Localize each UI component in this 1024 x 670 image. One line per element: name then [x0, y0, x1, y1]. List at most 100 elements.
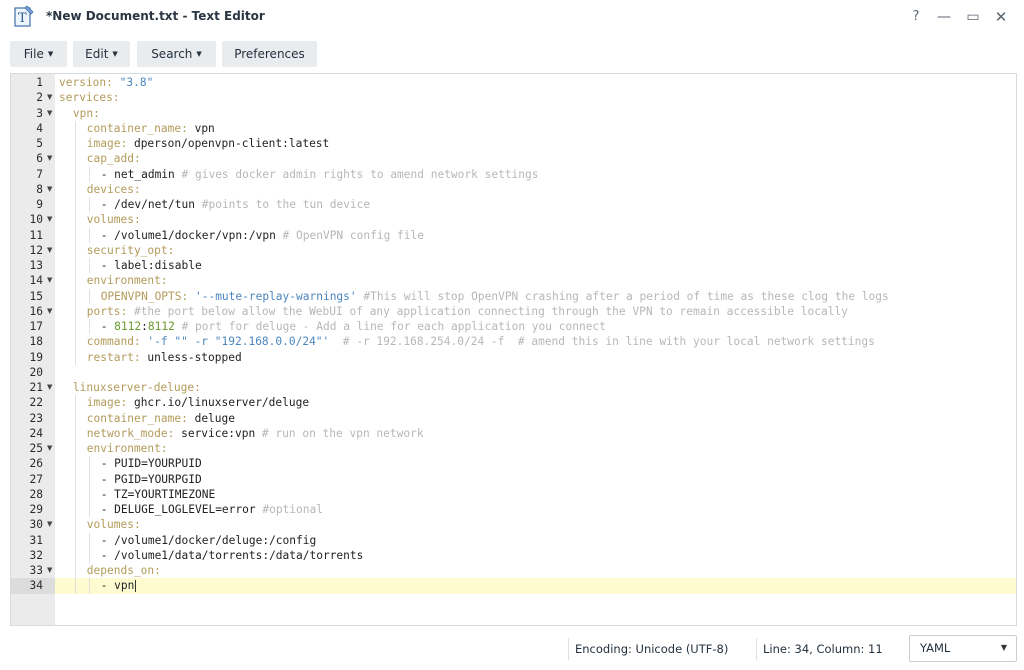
- fold-toggle-icon[interactable]: ▼: [47, 517, 52, 532]
- indent-guide: [74, 166, 76, 182]
- code-line[interactable]: 4 container_name: vpn: [11, 120, 1016, 136]
- code-line[interactable]: 26 - PUID=YOURPUID: [11, 456, 1016, 472]
- gutter-cell: 4: [11, 121, 55, 136]
- fold-toggle-icon[interactable]: ▼: [47, 563, 52, 578]
- fold-toggle-icon[interactable]: ▼: [47, 182, 52, 197]
- preferences-menu-button[interactable]: Preferences: [222, 41, 317, 67]
- caret-down-icon: ▼: [112, 49, 118, 58]
- number-literal: 8112: [114, 320, 142, 333]
- help-button[interactable]: ?: [906, 7, 926, 27]
- code-line[interactable]: 23 container_name: deluge: [11, 410, 1016, 426]
- maximize-button[interactable]: ▭: [963, 7, 983, 27]
- code-text: vpn:: [73, 106, 100, 121]
- code-line[interactable]: 24 network_mode: service:vpn # run on the…: [11, 425, 1016, 441]
- code-text: - /volume1/data/torrents:/data/torrents: [101, 548, 364, 563]
- code-line[interactable]: 9 - /dev/net/tun #points to the tun devic…: [11, 197, 1016, 213]
- comment: # OpenVPN config file: [282, 228, 424, 242]
- search-menu-button[interactable]: Search ▼: [137, 41, 216, 67]
- code-line[interactable]: 7 - net_admin # gives docker admin rights…: [11, 166, 1016, 182]
- indent-guide: [88, 227, 90, 243]
- fold-toggle-icon[interactable]: ▼: [47, 243, 52, 258]
- code-line[interactable]: 16 ▼ ports: #the port below allow the WebU…: [11, 303, 1016, 319]
- line-number: 28: [29, 487, 43, 501]
- code-text: - 8112:8112 # port for deluge - Add a li…: [101, 319, 606, 334]
- line-number: 9: [36, 198, 43, 211]
- code-text: devices:: [87, 182, 141, 197]
- cursor-position-status: Line: 34, Column: 11: [763, 642, 883, 656]
- syntax-mode-value: YAML: [920, 641, 951, 655]
- gutter-cell: 32: [11, 548, 55, 563]
- code-line[interactable]: 19 restart: unless-stopped: [11, 349, 1016, 365]
- yaml-key: restart:: [86, 350, 148, 364]
- yaml-key: depends_on:: [86, 564, 161, 577]
- encoding-status[interactable]: Encoding: Unicode (UTF-8): [575, 642, 728, 656]
- code-line[interactable]: 15 OPENVPN_OPTS: '--mute-replay-warnings'…: [11, 288, 1016, 304]
- code-line[interactable]: 29 - DELUGE_LOGLEVEL=error #optional: [11, 502, 1016, 518]
- plain-text: - PUID=YOURPUID: [100, 457, 202, 471]
- line-number: 10: [29, 213, 43, 227]
- file-menu-button[interactable]: File ▼: [10, 41, 67, 67]
- syntax-mode-select[interactable]: YAML ▼: [909, 635, 1017, 662]
- line-number: 16: [29, 304, 43, 318]
- code-line[interactable]: 33 ▼ depends_on:: [11, 563, 1016, 579]
- plain-text: - TZ=YOURTIMEZONE: [100, 487, 216, 501]
- code-line[interactable]: 3 ▼ vpn:: [11, 106, 1016, 121]
- code-text: version: "3.8": [59, 75, 153, 90]
- caret-down-icon: ▼: [196, 49, 202, 58]
- code-line[interactable]: 12 ▼ security_opt:: [11, 242, 1016, 258]
- code-line[interactable]: 28 - TZ=YOURTIMEZONE: [11, 486, 1016, 502]
- code-line[interactable]: 2 ▼ services:: [11, 90, 1016, 105]
- preferences-menu-label: Preferences: [234, 47, 305, 61]
- code-line[interactable]: 18 command: '-f "" -r "192.168.0.0/24"' #…: [11, 334, 1016, 350]
- gutter-cell: 18: [11, 334, 55, 349]
- code-text: - /volume1/docker/vpn:/vpn # OpenVPN con…: [101, 228, 424, 243]
- yaml-key: network_mode:: [86, 426, 182, 440]
- fold-toggle-icon[interactable]: ▼: [47, 90, 52, 105]
- indent-guide: [88, 258, 90, 274]
- code-line[interactable]: 8 ▼ devices:: [11, 181, 1016, 197]
- code-line[interactable]: 30 ▼ volumes:: [11, 517, 1016, 533]
- code-line[interactable]: 22 image: ghcr.io/linuxserver/deluge: [11, 395, 1016, 411]
- gutter-cell: 22: [11, 395, 55, 410]
- gutter-cell: 17: [11, 319, 55, 334]
- code-line[interactable]: 25 ▼ environment:: [11, 441, 1016, 457]
- close-button[interactable]: ✕: [991, 7, 1011, 27]
- indent-guide: [74, 425, 76, 441]
- indent-guide: [74, 181, 76, 197]
- indent-guide: [74, 547, 76, 563]
- status-bar: Encoding: Unicode (UTF-8) Line: 34, Colu…: [0, 634, 1024, 662]
- code-line[interactable]: 21 ▼ linuxserver-deluge:: [11, 380, 1016, 395]
- edit-menu-button[interactable]: Edit ▼: [73, 41, 130, 67]
- code-line[interactable]: 11 - /volume1/docker/vpn:/vpn # OpenVPN c…: [11, 227, 1016, 243]
- code-line[interactable]: 6 ▼ cap_add:: [11, 151, 1016, 167]
- fold-toggle-icon[interactable]: ▼: [47, 106, 52, 121]
- yaml-key: environment:: [86, 274, 168, 288]
- code-line[interactable]: 14 ▼ environment:: [11, 273, 1016, 289]
- code-line[interactable]: 1 version: "3.8": [11, 75, 1016, 90]
- indent-guide: [88, 532, 90, 548]
- code-line[interactable]: 10 ▼ volumes:: [11, 212, 1016, 228]
- code-line[interactable]: 31 - /volume1/docker/deluge:/config: [11, 532, 1016, 548]
- fold-toggle-icon[interactable]: ▼: [47, 441, 52, 456]
- line-number: 15: [29, 289, 43, 303]
- line-number: 5: [36, 137, 43, 150]
- code-line[interactable]: 17 - 8112:8112 # port for deluge - Add a …: [11, 319, 1016, 335]
- minimize-button[interactable]: —: [934, 7, 954, 27]
- fold-toggle-icon[interactable]: ▼: [47, 151, 52, 166]
- fold-toggle-icon[interactable]: ▼: [47, 304, 52, 319]
- code-line[interactable]: 32 - /volume1/data/torrents:/data/torrent…: [11, 547, 1016, 563]
- gutter-cell: 33 ▼: [11, 563, 55, 578]
- gutter-cell: 31: [11, 533, 55, 548]
- code-line[interactable]: 27 - PGID=YOURPGID: [11, 471, 1016, 487]
- code-line[interactable]: 13 - label:disable: [11, 258, 1016, 274]
- code-line[interactable]: 5 image: dperson/openvpn-client:latest: [11, 136, 1016, 152]
- code-line[interactable]: 20: [11, 365, 1016, 380]
- fold-toggle-icon[interactable]: ▼: [47, 380, 52, 395]
- indent-guide: [74, 532, 76, 548]
- code-line[interactable]: 34 - vpn: [11, 578, 1016, 594]
- fold-toggle-icon[interactable]: ▼: [47, 273, 52, 288]
- code-editor[interactable]: 1 version: "3.8" 2 ▼ services: 3 ▼ vpn: 4 contain…: [10, 73, 1017, 626]
- indent-guide: [74, 563, 76, 579]
- string-literal: "3.8": [119, 76, 154, 89]
- fold-toggle-icon[interactable]: ▼: [47, 212, 52, 227]
